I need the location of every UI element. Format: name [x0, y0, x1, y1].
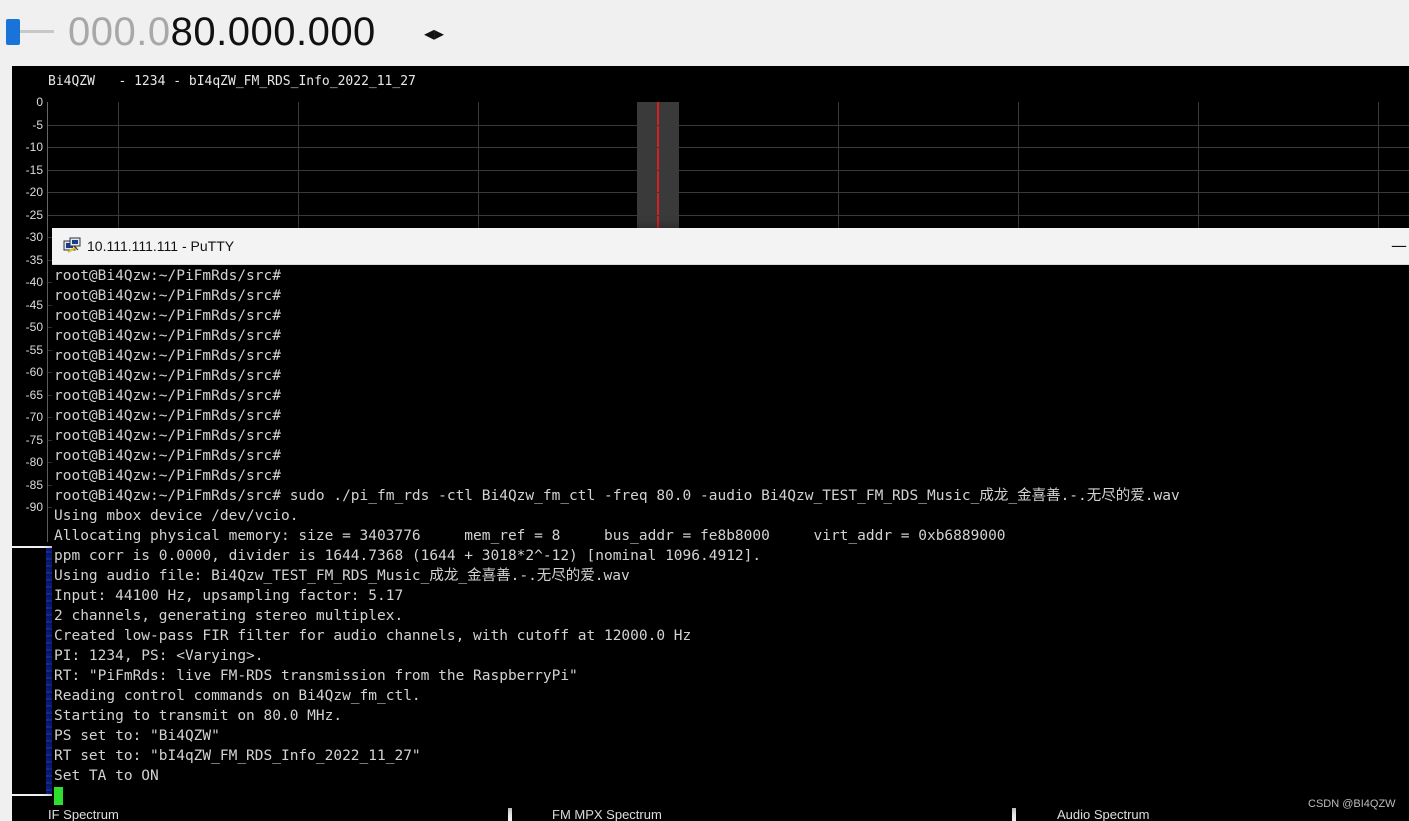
terminal-line: Using audio file: Bi4Qzw_TEST_FM_RDS_Mus… [54, 568, 630, 584]
y-tick-label: -75 [25, 432, 43, 447]
terminal-line: PS set to: "Bi4QZW" [54, 728, 220, 744]
terminal-cursor [54, 787, 63, 805]
putty-titlebar[interactable]: 10.111.111.111 - PuTTY — [52, 228, 1409, 265]
tuning-arrows-icon[interactable]: ◂▸ [424, 20, 444, 46]
y-tick-label: -40 [25, 275, 43, 289]
putty-icon [63, 237, 81, 253]
terminal-line: root@Bi4Qzw:~/PiFmRds/src# [54, 388, 281, 404]
terminal-line: Reading control commands on Bi4Qzw_fm_ct… [54, 688, 421, 704]
terminal-line: root@Bi4Qzw:~/PiFmRds/src# [54, 348, 281, 364]
terminal-line: root@Bi4Qzw:~/PiFmRds/src# [54, 468, 281, 484]
slider-track [14, 30, 54, 33]
frequency-bar: 000.080.000.000 ◂▸ [0, 0, 1409, 64]
y-tick-label: 0 [36, 95, 43, 109]
terminal-line: Input: 44100 Hz, upsampling factor: 5.17 [54, 588, 404, 604]
grid-line [48, 192, 1409, 193]
terminal-line: root@Bi4Qzw:~/PiFmRds/src# [54, 428, 281, 444]
grid-line [48, 147, 1409, 148]
minimize-button[interactable]: — [1389, 236, 1409, 256]
terminal-line: ppm corr is 0.0000, divider is 1644.7368… [54, 548, 762, 564]
y-tick-label: -20 [25, 185, 43, 199]
y-tick-label: -15 [25, 162, 43, 177]
terminal-line: Allocating physical memory: size = 34037… [54, 528, 1006, 544]
y-tick-label: -70 [25, 410, 43, 424]
terminal-line: Starting to transmit on 80.0 MHz. [54, 708, 343, 724]
y-tick-label: -50 [25, 320, 43, 334]
terminal-line: PI: 1234, PS: <Varying>. [54, 648, 264, 664]
terminal-line: root@Bi4Qzw:~/PiFmRds/src# sudo ./pi_fm_… [54, 488, 1180, 504]
y-tick-label: -30 [25, 230, 43, 244]
y-tick-label: -85 [25, 477, 43, 492]
terminal-line: root@Bi4Qzw:~/PiFmRds/src# [54, 288, 281, 304]
terminal-output[interactable]: root@Bi4Qzw:~/PiFmRds/src# root@Bi4Qzw:~/… [54, 266, 1409, 808]
y-tick-label: -55 [25, 342, 43, 357]
terminal-line: Using mbox device /dev/vcio. [54, 508, 299, 524]
grid-line [48, 124, 1409, 126]
y-tick-label: -80 [25, 455, 43, 469]
grid-line [48, 169, 1409, 171]
terminal-line: root@Bi4Qzw:~/PiFmRds/src# [54, 408, 281, 424]
y-tick-label: -10 [25, 140, 43, 154]
terminal-line: RT: "PiFmRds: live FM-RDS transmission f… [54, 668, 578, 684]
terminal-line: root@Bi4Qzw:~/PiFmRds/src# [54, 328, 281, 344]
terminal-line: root@Bi4Qzw:~/PiFmRds/src# [54, 268, 281, 284]
putty-title: 10.111.111.111 - PuTTY [87, 238, 235, 254]
y-tick-label: -90 [25, 500, 43, 514]
terminal-line: root@Bi4Qzw:~/PiFmRds/src# [54, 448, 281, 464]
terminal-line: root@Bi4Qzw:~/PiFmRds/src# [54, 308, 281, 324]
putty-window[interactable]: 10.111.111.111 - PuTTY — root@Bi4Qzw:~/P… [52, 228, 1409, 808]
watermark: CSDN @BI4QZW [1308, 798, 1396, 810]
y-tick-label: -45 [25, 297, 43, 312]
grid-line [48, 214, 1409, 216]
y-tick-label: -60 [25, 365, 43, 379]
terminal-cursor-line [54, 786, 1409, 806]
terminal-line: RT set to: "bI4qZW_FM_RDS_Info_2022_11_2… [54, 748, 421, 764]
y-tick-label: -25 [25, 207, 43, 222]
terminal-line: Set TA to ON [54, 768, 159, 784]
frequency-slider[interactable] [4, 14, 54, 48]
frequency-leading-digits: 000.0 [68, 10, 171, 54]
frequency-display[interactable]: 000.080.000.000 [68, 8, 376, 56]
spectrum-rds-info: Bi4QZW - 1234 - bI4qZW_FM_RDS_Info_2022_… [48, 74, 416, 89]
frequency-digits: 80.000.000 [170, 10, 376, 54]
y-tick-label: -65 [25, 387, 43, 402]
y-tick-label: -5 [32, 117, 43, 132]
terminal-line: Created low-pass FIR filter for audio ch… [54, 628, 692, 644]
y-tick-label: -35 [25, 252, 43, 267]
slider-thumb[interactable] [6, 19, 20, 45]
terminal-line: root@Bi4Qzw:~/PiFmRds/src# [54, 368, 281, 384]
terminal-line: 2 channels, generating stereo multiplex. [54, 608, 404, 624]
